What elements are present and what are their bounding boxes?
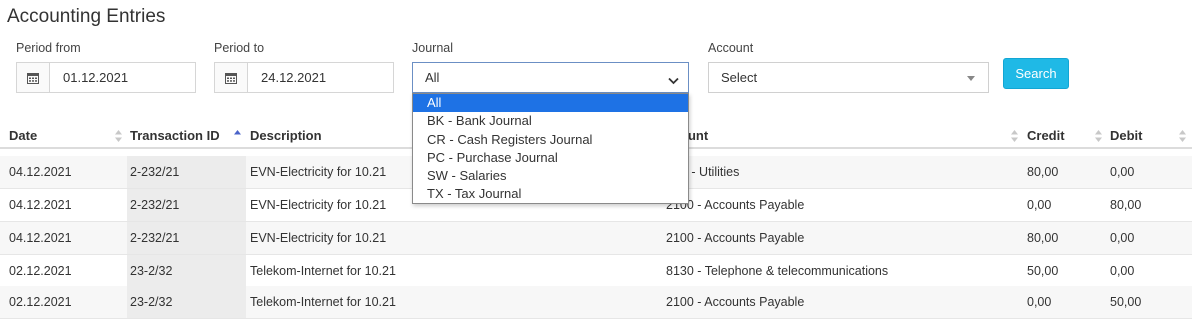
period-to-value[interactable]: 24.12.2021 bbox=[248, 70, 326, 85]
journal-option-bk[interactable]: BK - Bank Journal bbox=[413, 112, 688, 130]
cell-credit: 50,00 bbox=[1027, 264, 1059, 278]
column-transaction-id[interactable]: Transaction ID bbox=[130, 128, 220, 143]
journal-option-cr[interactable]: CR - Cash Registers Journal bbox=[413, 131, 688, 149]
sort-icon[interactable] bbox=[115, 129, 122, 147]
cell-transaction-id: 23-2/32 bbox=[130, 264, 173, 278]
journal-option-tx[interactable]: TX - Tax Journal bbox=[413, 185, 688, 203]
cell-description: EVN-Electricity for 10.21 bbox=[250, 165, 387, 179]
cell-description: EVN-Electricity for 10.21 bbox=[250, 198, 387, 212]
cell-debit: 50,00 bbox=[1110, 295, 1142, 309]
column-description[interactable]: Description bbox=[250, 128, 322, 143]
cell-date: 04.12.2021 bbox=[9, 231, 72, 245]
journal-select-value: All bbox=[425, 70, 440, 85]
journal-label: Journal bbox=[412, 41, 453, 55]
cell-transaction-id: 2-232/21 bbox=[130, 198, 180, 212]
sort-icon[interactable] bbox=[1095, 129, 1102, 147]
sort-ascending-icon[interactable] bbox=[234, 129, 241, 147]
period-to-label: Period to bbox=[214, 41, 265, 55]
cell-date: 02.12.2021 bbox=[9, 295, 72, 309]
cell-description: EVN-Electricity for 10.21 bbox=[250, 231, 387, 245]
sort-icon[interactable] bbox=[1179, 129, 1186, 147]
table-row[interactable]: 02.12.2021 23-2/32 Telekom-Internet for … bbox=[0, 286, 1192, 319]
period-from-label: Period from bbox=[16, 41, 81, 55]
calendar-icon[interactable] bbox=[17, 63, 50, 92]
column-debit[interactable]: Debit bbox=[1110, 128, 1143, 143]
cell-credit: 0,00 bbox=[1027, 198, 1052, 212]
column-date[interactable]: Date bbox=[9, 128, 37, 143]
journal-option-pc[interactable]: PC - Purchase Journal bbox=[413, 149, 688, 167]
cell-account: 8130 - Telephone & telecommunications bbox=[666, 264, 889, 278]
account-label: Account bbox=[708, 41, 754, 55]
journal-option-all[interactable]: All bbox=[413, 94, 688, 113]
sort-icon[interactable] bbox=[1011, 129, 1018, 147]
cell-debit: 0,00 bbox=[1110, 165, 1135, 179]
journal-option-sw[interactable]: SW - Salaries bbox=[413, 167, 688, 185]
cell-debit: 0,00 bbox=[1110, 264, 1135, 278]
account-select-value: Select bbox=[721, 70, 758, 85]
cell-transaction-id: 2-232/21 bbox=[130, 165, 180, 179]
cell-description: Telekom-Internet for 10.21 bbox=[250, 264, 396, 278]
calendar-icon[interactable] bbox=[215, 63, 248, 92]
cell-account: 0 - Utilities bbox=[681, 165, 740, 179]
cell-account: 2100 - Accounts Payable bbox=[666, 295, 805, 309]
page-title: Accounting Entries bbox=[7, 6, 166, 27]
caret-down-icon[interactable] bbox=[967, 76, 975, 81]
cell-date: 04.12.2021 bbox=[9, 165, 72, 179]
period-from-field[interactable]: 01.12.2021 bbox=[16, 62, 196, 93]
cell-date: 02.12.2021 bbox=[9, 264, 72, 278]
table-row[interactable]: 02.12.2021 23-2/32 Telekom-Internet for … bbox=[0, 255, 1192, 288]
cell-description: Telekom-Internet for 10.21 bbox=[250, 295, 396, 309]
journal-select[interactable]: All bbox=[412, 62, 689, 93]
cell-debit: 0,00 bbox=[1110, 231, 1135, 245]
search-button[interactable]: Search bbox=[1003, 58, 1069, 89]
journal-dropdown-list: All BK - Bank Journal CR - Cash Register… bbox=[412, 93, 689, 204]
period-from-value[interactable]: 01.12.2021 bbox=[50, 70, 128, 85]
chevron-down-icon[interactable] bbox=[668, 73, 679, 88]
cell-transaction-id: 2-232/21 bbox=[130, 231, 180, 245]
cell-credit: 0,00 bbox=[1027, 295, 1052, 309]
cell-debit: 80,00 bbox=[1110, 198, 1142, 212]
table-row[interactable]: 04.12.2021 2-232/21 EVN-Electricity for … bbox=[0, 222, 1192, 255]
account-select[interactable]: Select bbox=[708, 62, 989, 93]
cell-transaction-id: 23-2/32 bbox=[130, 295, 173, 309]
cell-date: 04.12.2021 bbox=[9, 198, 72, 212]
cell-credit: 80,00 bbox=[1027, 165, 1059, 179]
cell-credit: 80,00 bbox=[1027, 231, 1059, 245]
period-to-field[interactable]: 24.12.2021 bbox=[214, 62, 394, 93]
column-credit[interactable]: Credit bbox=[1027, 128, 1065, 143]
cell-account: 2100 - Accounts Payable bbox=[666, 231, 805, 245]
